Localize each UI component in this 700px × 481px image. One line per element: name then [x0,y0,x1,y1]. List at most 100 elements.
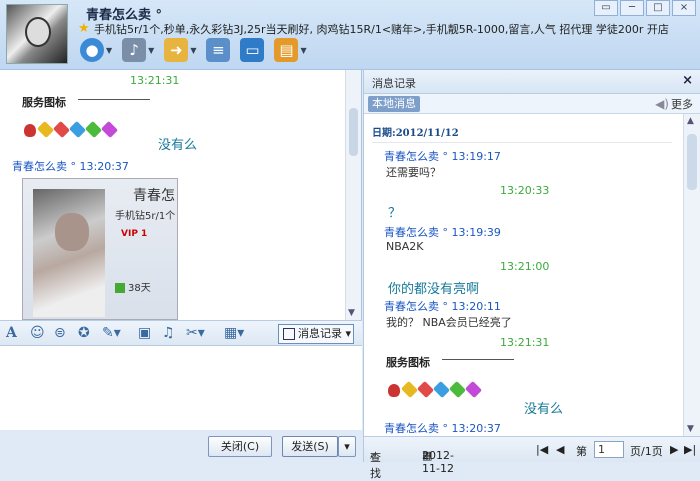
message-history-button[interactable]: 消息记录 ▾ [278,324,354,344]
gem-icons [388,381,482,398]
sticker-image[interactable]: 服务图标 [20,92,152,150]
profile-card-image[interactable]: 青春怎 手机钻5r/1个 VIP 1 38天 [22,178,178,320]
history-sticker-image[interactable]: 服务图标 [384,352,516,410]
send-button[interactable]: 发送(S) [282,436,338,457]
chevron-down-icon[interactable]: ▼ [106,46,112,55]
gem-icons [24,121,118,138]
contact-signature: 手机钻5r/1个,秒单,永久彩钻3J,25r当天刷好, 肉鸡钻15R/1<赌年>… [94,23,669,36]
speaker-icon: ◀) [655,97,669,111]
history-message: 还需要吗？ [386,166,441,179]
magic-face-icon[interactable]: ⊜ [54,325,66,341]
toolbar: ● ▼ ♪ ▼ ➜ ▼ ≡ ▭ ▤ ▼ [80,38,307,62]
chevron-down-icon[interactable]: ▼ [687,424,694,434]
folder-icon: ➜ [164,38,189,62]
image-icon[interactable]: ▣ [138,325,151,341]
message-input[interactable] [0,346,362,430]
sticker-title: 服务图标 [386,356,430,369]
red-diamond-icon [417,381,434,398]
microphone-icon: ♪ [122,38,147,62]
history-message: 没有么 [524,402,564,417]
sticker-title: 服务图标 [22,96,66,109]
history-pane: 消息记录 × 本地消息 ◀) 更多 日期:2012/11/12 青春怎么卖 ° 1… [363,70,700,480]
star-icon: ★ [78,21,90,36]
chat-scrollbar[interactable]: ▼ [345,70,361,320]
apps-icon: ▤ [274,38,299,62]
skin-button[interactable]: ▭ [594,0,618,16]
shake-icon[interactable]: ✪ [78,325,90,341]
blue-diamond-icon [433,381,450,398]
calendar-tool-icon[interactable]: ▦▾ [224,325,244,341]
chat-messages[interactable]: 13:21:31 服务图标 没有么 青春怎么卖 ° 13:20:37 青春怎 手… [0,70,346,320]
doodle-icon[interactable]: ✎▾ [102,325,121,341]
history-icon [283,328,295,340]
font-icon[interactable]: A [6,325,17,341]
history-time: 13:21:31 [500,336,550,349]
qq-penguin-icon [388,384,400,397]
group-chat-button[interactable]: ≡ [206,38,231,62]
green-diamond-icon [449,381,466,398]
prev-page-button[interactable]: ◀ [556,443,564,456]
chat-add-icon: ≡ [206,38,231,62]
history-time: 13:20:33 [500,184,550,197]
maximize-button[interactable]: □ [646,0,670,16]
video-call-button[interactable]: ● ▼ [80,38,112,62]
purple-diamond-icon [101,121,118,138]
remote-desktop-button[interactable]: ▭ [240,38,265,62]
message-time: 13:21:31 [130,74,180,87]
history-scrollbar[interactable]: ▲ ▼ [683,114,700,436]
send-options-button[interactable]: ▾ [338,436,356,457]
voice-call-button[interactable]: ♪ ▼ [122,38,154,62]
chevron-down-icon[interactable]: ▼ [148,46,154,55]
red-diamond-icon [53,121,70,138]
history-sender: 青春怎么卖 ° 13:20:37 [384,422,501,435]
bottom-bar: 关闭(C) 发送(S) ▾ [0,430,362,462]
music-icon[interactable]: ♫ [162,325,175,341]
send-file-button[interactable]: ➜ ▼ [164,38,196,62]
card-days: 38天 [115,279,151,294]
vip-badge: VIP 1 [121,229,148,239]
history-sender: 青春怎么卖 ° 13:19:17 [384,150,501,163]
chat-pane: 13:21:31 服务图标 没有么 青春怎么卖 ° 13:20:37 青春怎 手… [0,70,362,462]
qq-penguin-icon [24,124,36,137]
history-time: 13:21:00 [500,260,550,273]
more-button[interactable]: ◀) 更多 [655,96,693,112]
history-title: 消息记录 [372,77,416,90]
green-diamond-icon [85,121,102,138]
chevron-down-icon[interactable]: ▼ [348,308,355,318]
emoji-icon[interactable]: ☺ [30,325,45,341]
close-button[interactable]: 关闭(C) [208,436,272,457]
blue-diamond-icon [69,121,86,138]
history-message: NBA2K [386,240,424,253]
card-photo [33,189,105,317]
tab-local-messages[interactable]: 本地消息 [368,96,420,112]
first-page-button[interactable]: |◀ [536,443,548,456]
history-list[interactable]: 日期:2012/11/12 青春怎么卖 ° 13:19:17 还需要吗？ 13:… [364,114,684,436]
close-window-button[interactable]: × [672,0,696,16]
card-name: 青春怎 [133,188,175,204]
yellow-diamond-icon [37,121,54,138]
apps-button[interactable]: ▤ ▼ [274,38,307,62]
next-page-button[interactable]: ▶ [670,443,678,456]
page-input[interactable]: 1 [594,441,624,458]
camera-icon: ● [80,38,104,62]
avatar[interactable] [6,4,68,64]
chevron-down-icon[interactable]: ▼ [300,46,306,55]
screenshot-icon[interactable]: ✂▾ [186,325,205,341]
history-date: 日期:2012/11/12 [372,128,459,139]
purple-diamond-icon [465,381,482,398]
history-sender: 青春怎么卖 ° 13:20:11 [384,300,501,313]
sender-name: 青春怎么卖 ° 13:20:37 [12,160,129,173]
history-message: ？ [388,206,402,221]
page-prefix: 第 [576,445,587,458]
close-icon[interactable]: × [682,73,693,88]
yellow-diamond-icon [401,381,418,398]
history-sender: 青春怎么卖 ° 13:19:39 [384,226,501,239]
minimize-button[interactable]: ─ [620,0,644,16]
chevron-up-icon[interactable]: ▲ [687,116,694,126]
chevron-down-icon[interactable]: ▼ [190,46,196,55]
page-total: 页/1页 [630,445,663,458]
history-message: 我的？ NBA会员已经亮了 [386,316,512,329]
monitor-icon: ▭ [240,38,265,62]
card-desc: 手机钻5r/1个 [115,211,176,222]
last-page-button[interactable]: ▶| [684,443,696,456]
